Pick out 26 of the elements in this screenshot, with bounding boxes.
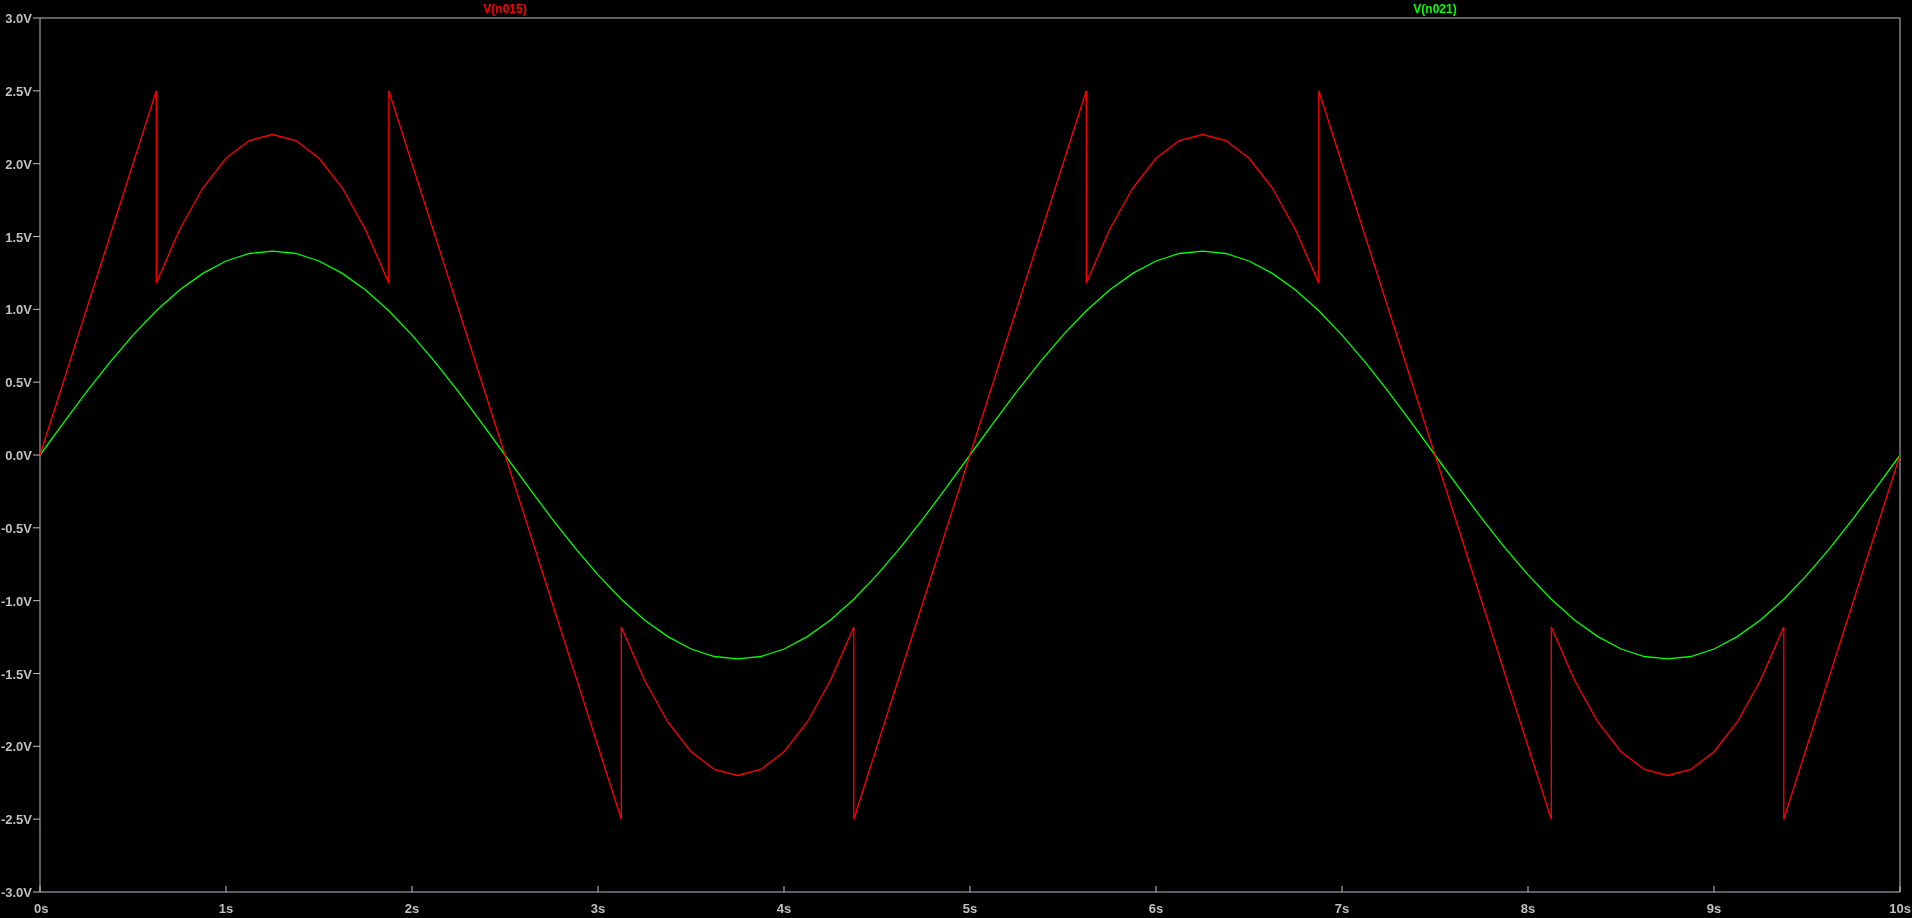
x-tick-label: 0s (34, 901, 49, 916)
x-tick-label: 6s (1148, 901, 1164, 916)
y-tick-label: -1.5V (0, 666, 32, 682)
y-tick-label: -3.0V (0, 885, 32, 900)
x-tick-label: 8s (1520, 901, 1536, 916)
y-tick-label: 0.5V (5, 375, 32, 391)
x-tick-label: 1s (218, 901, 234, 916)
y-tick-label: -2.5V (0, 812, 32, 828)
x-tick-label: 9s (1706, 901, 1722, 916)
y-tick-label: -2.0V (0, 739, 32, 755)
y-tick-label: 2.5V (5, 83, 32, 99)
y-tick-label: 3.0V (5, 11, 32, 26)
x-tick-label: 4s (776, 901, 792, 916)
y-tick-label: 1.5V (5, 229, 32, 245)
x-tick-label: 5s (962, 901, 978, 916)
y-tick-label: -1.0V (0, 593, 32, 609)
y-tick-label: 1.0V (5, 302, 32, 318)
y-tick-label: -0.5V (0, 520, 32, 536)
x-tick-label: 7s (1334, 901, 1350, 916)
y-tick-label: 2.0V (5, 156, 32, 172)
x-tick-label: 10s (1889, 901, 1911, 916)
trace-label[interactable]: V(n021) (1413, 2, 1457, 16)
x-tick-label: 2s (404, 901, 420, 916)
x-tick-label: 3s (590, 901, 606, 916)
y-tick-label: 0.0V (5, 448, 32, 463)
trace-label[interactable]: V(n015) (483, 2, 527, 16)
